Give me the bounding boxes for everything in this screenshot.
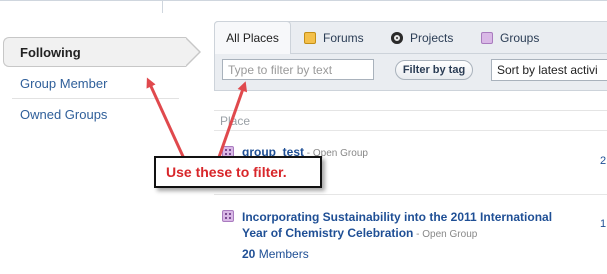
annotation-arrow bbox=[146, 77, 188, 164]
annotation-arrow bbox=[216, 81, 248, 161]
annotation-arrows bbox=[146, 77, 248, 164]
callout-text: Use these to filter. bbox=[166, 164, 287, 180]
annotation-callout: Use these to filter. bbox=[154, 156, 322, 188]
